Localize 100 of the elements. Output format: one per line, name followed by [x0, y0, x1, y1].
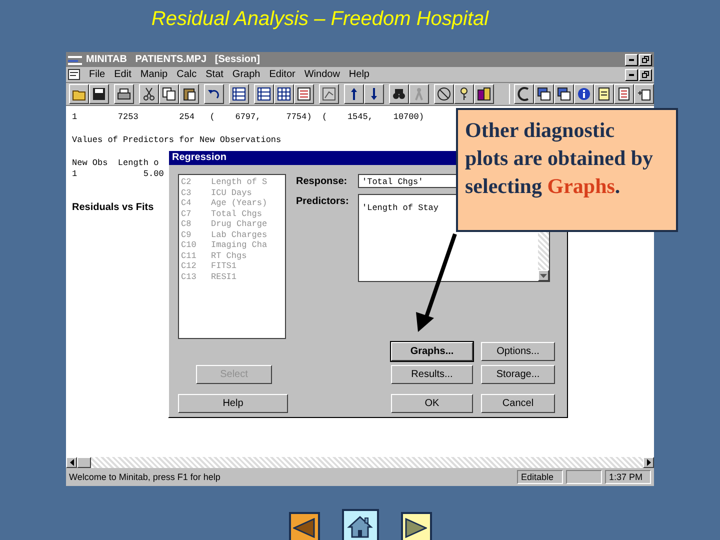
- toolbar-button[interactable]: [274, 84, 294, 104]
- scroll-thumb[interactable]: [77, 457, 91, 468]
- column-name: ICU Days: [211, 188, 252, 198]
- curve-icon: [517, 87, 531, 101]
- next-button[interactable]: [400, 512, 432, 540]
- windows-icon: [537, 87, 551, 101]
- undo-icon: [207, 87, 221, 101]
- column-id: C7: [181, 208, 192, 219]
- menu-item[interactable]: Edit: [114, 69, 132, 80]
- dialog-button[interactable]: Storage...: [481, 365, 555, 384]
- menu-item[interactable]: Window: [304, 69, 340, 80]
- horizontal-scrollbar[interactable]: [66, 457, 654, 468]
- scroll-right-button[interactable]: [643, 457, 654, 468]
- scroll-down-button[interactable]: [538, 270, 549, 281]
- left-triangle-icon: [293, 518, 315, 538]
- toolbar-button[interactable]: [204, 84, 224, 104]
- grid-icon: [277, 87, 291, 101]
- column-id: C13: [181, 272, 198, 282]
- dialog-button[interactable]: Help: [178, 394, 288, 413]
- restore-button[interactable]: [639, 54, 652, 66]
- binoculars-icon: [392, 87, 406, 101]
- restore-icon: [642, 71, 649, 78]
- minimize-button[interactable]: [625, 68, 638, 80]
- column-id: C11: [181, 250, 198, 261]
- toolbar-button[interactable]: [434, 84, 454, 104]
- toolbar-button[interactable]: [89, 84, 109, 104]
- toolbar-button[interactable]: [634, 84, 654, 104]
- session-text: 1 5.00: [72, 169, 164, 180]
- callout-tooltip: Other diagnostic plots are obtained by selecting Graphs.: [456, 108, 678, 232]
- note-icon: [597, 87, 611, 101]
- dial-icon: [437, 87, 451, 101]
- toolbar-button[interactable]: [534, 84, 554, 104]
- toolbar-button[interactable]: [139, 84, 159, 104]
- status-mode: Editable: [517, 470, 563, 484]
- toolbar-button[interactable]: [514, 84, 534, 104]
- scroll-left-button[interactable]: [66, 457, 77, 468]
- dialog-button[interactable]: Graphs...: [391, 342, 473, 361]
- restore-button[interactable]: [639, 68, 652, 80]
- toolbar-button[interactable]: [344, 84, 364, 104]
- menu-item[interactable]: Calc: [176, 69, 197, 80]
- session-text: Values of Predictors for New Observations: [72, 135, 282, 146]
- toolbar-button[interactable]: [389, 84, 409, 104]
- menu-item[interactable]: Editor: [269, 69, 296, 80]
- menu-item[interactable]: File: [89, 69, 106, 80]
- books-icon: [477, 87, 491, 101]
- dialog-button[interactable]: OK: [391, 394, 473, 413]
- printer-icon: [117, 87, 131, 101]
- toolbar-button[interactable]: [454, 84, 474, 104]
- previous-button[interactable]: [288, 512, 320, 540]
- menu-item[interactable]: Stat: [206, 69, 224, 80]
- session-text: Residuals vs Fits: [72, 202, 154, 213]
- dialog-button[interactable]: Results...: [391, 365, 473, 384]
- toolbar-button[interactable]: [319, 84, 339, 104]
- column-id: C8: [181, 219, 192, 230]
- toolbar-button[interactable]: [254, 84, 274, 104]
- toolbar-button[interactable]: [294, 84, 314, 104]
- sheet-icon: [232, 87, 246, 101]
- toolbar-button[interactable]: [159, 84, 179, 104]
- toolbar-button[interactable]: [594, 84, 614, 104]
- response-label: Response:: [296, 175, 348, 187]
- minimize-button[interactable]: [625, 54, 638, 66]
- column-name: Length of S: [211, 177, 268, 188]
- pages-icon: [162, 87, 176, 101]
- clipboard-icon: [182, 87, 196, 101]
- info-icon: [577, 87, 591, 101]
- toolbar-button[interactable]: [409, 84, 429, 104]
- column-name: RESI1: [211, 272, 237, 282]
- table-icon: [637, 87, 651, 101]
- menu-item[interactable]: Manip: [140, 69, 168, 80]
- toolbar-button[interactable]: [614, 84, 634, 104]
- dialog-button[interactable]: Options...: [481, 342, 555, 361]
- chart-icon: [322, 87, 336, 101]
- column-id: C9: [181, 230, 192, 240]
- scissors-icon: [142, 87, 156, 101]
- menu-item[interactable]: Graph: [232, 69, 260, 80]
- column-id: C10: [181, 240, 198, 250]
- restore-icon: [642, 56, 649, 63]
- column-id: C2: [181, 177, 192, 188]
- down-caret-icon: [540, 274, 547, 278]
- list-icon: [297, 87, 311, 101]
- toolbar-button[interactable]: [364, 84, 384, 104]
- toolbar-button[interactable]: [229, 84, 249, 104]
- slide-title: Residual Analysis – Freedom Hospital: [150, 7, 490, 32]
- column-name: Drug Charge: [211, 219, 268, 230]
- sheet-icon: [257, 87, 271, 101]
- toolbar-button[interactable]: [69, 84, 89, 104]
- toolbar-button[interactable]: [114, 84, 134, 104]
- toolbar-button[interactable]: [474, 84, 494, 104]
- home-button[interactable]: [342, 509, 378, 540]
- column-name: FITS1: [211, 261, 237, 272]
- menu-item[interactable]: Help: [348, 69, 370, 80]
- dialog-button[interactable]: Cancel: [481, 394, 555, 413]
- toolbar-button[interactable]: [179, 84, 199, 104]
- toolbar-button[interactable]: [554, 84, 574, 104]
- status-panel: [566, 470, 602, 484]
- status-message: Welcome to Minitab, press F1 for help: [69, 472, 220, 482]
- document-icon: [68, 69, 80, 80]
- status-time: 1:37 PM: [605, 470, 651, 484]
- column-name: RT Chgs: [211, 250, 247, 261]
- toolbar-button[interactable]: [574, 84, 594, 104]
